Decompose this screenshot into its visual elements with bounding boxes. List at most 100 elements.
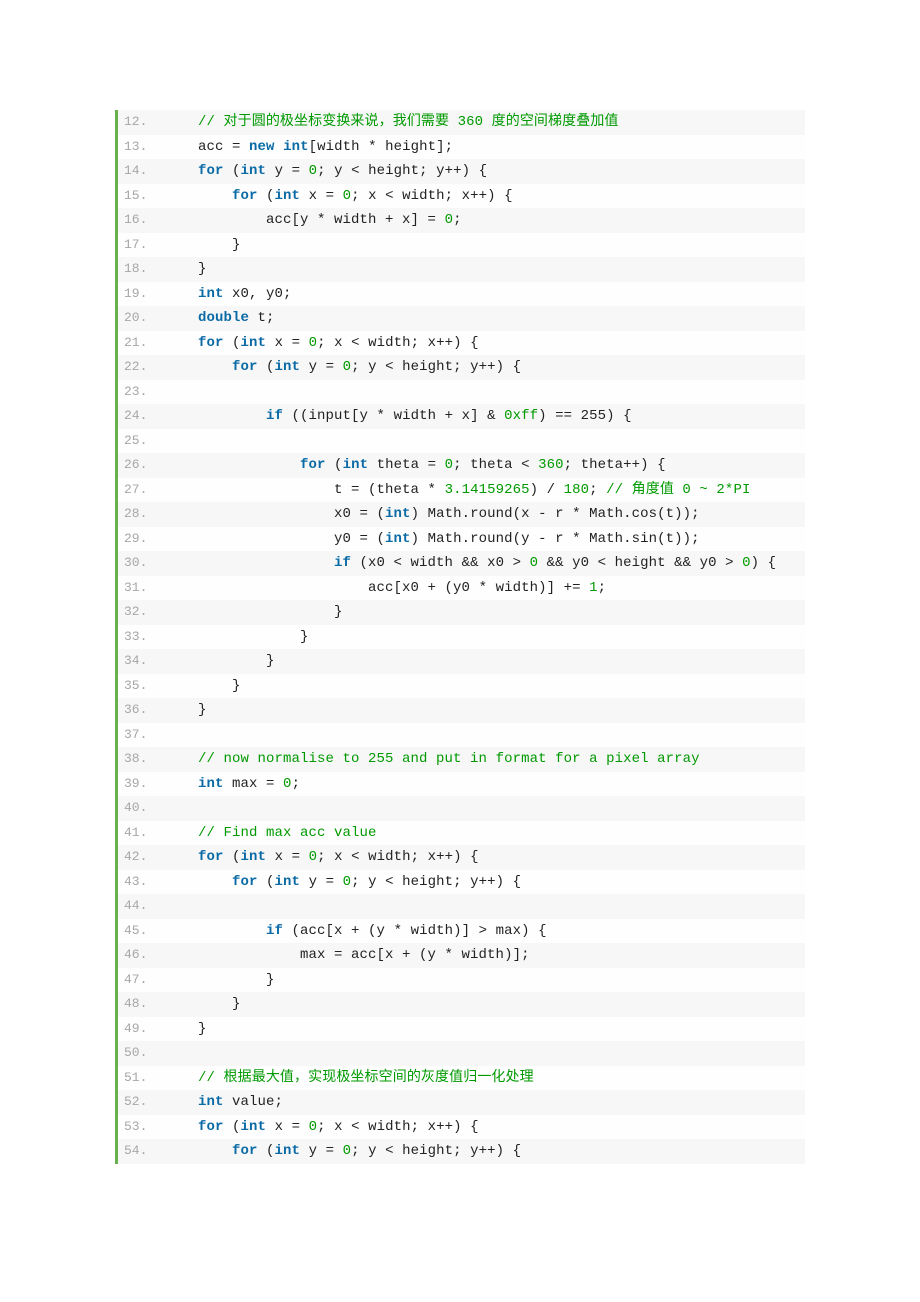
number-token: 3.14159265 (445, 482, 530, 498)
line-number: 47. (118, 968, 164, 993)
keyword-token: if (266, 923, 283, 939)
code-line: 17. } (118, 233, 805, 258)
text-token: acc = (198, 139, 249, 155)
text-token: ; theta < (453, 457, 538, 473)
keyword-token: int (198, 776, 224, 792)
text-token: ; x < width; x++) { (351, 188, 521, 204)
number-token: 0 (309, 163, 318, 179)
code-content: int value; (164, 1090, 805, 1115)
code-line: 43. for (int y = 0; y < height; y++) { (118, 870, 805, 895)
code-line: 23. (118, 380, 805, 405)
text-token: ; (453, 212, 462, 228)
code-line: 40. (118, 796, 805, 821)
text-token: t = (theta * (334, 482, 445, 498)
text-token: } (266, 972, 275, 988)
line-number: 51. (118, 1066, 164, 1091)
comment-token: // 对于圆的极坐标变换来说，我们需要 360 度的空间梯度叠加值 (198, 114, 619, 130)
number-token: 180 (564, 482, 590, 498)
text-token: [width * height]; (309, 139, 454, 155)
number-token: 0 (343, 874, 352, 890)
code-line: 41. // Find max acc value (118, 821, 805, 846)
line-number: 34. (118, 649, 164, 674)
text-token: ( (258, 1143, 275, 1159)
code-content: } (164, 257, 805, 282)
code-content: if (x0 < width && x0 > 0 && y0 < height … (164, 551, 805, 576)
line-number: 35. (118, 674, 164, 699)
text-token: ( (224, 335, 241, 351)
code-content: if (acc[x + (y * width)] > max) { (164, 919, 805, 944)
line-number: 18. (118, 257, 164, 282)
text-token: acc[y * width + x] = (266, 212, 445, 228)
number-token: 0 (445, 212, 454, 228)
text-token: ) { (751, 555, 777, 571)
number-token: 1 (589, 580, 598, 596)
keyword-token: for (198, 849, 224, 865)
code-line: 26. for (int theta = 0; theta < 360; the… (118, 453, 805, 478)
line-number: 15. (118, 184, 164, 209)
text-token: ; (598, 580, 607, 596)
text-token: ) == 255) { (538, 408, 640, 424)
line-number: 28. (118, 502, 164, 527)
keyword-token: int (275, 188, 301, 204)
code-content: // 对于圆的极坐标变换来说，我们需要 360 度的空间梯度叠加值 (164, 110, 805, 135)
code-line: 39. int max = 0; (118, 772, 805, 797)
text-token: ; x < width; x++) { (317, 1119, 487, 1135)
code-content: y0 = (int) Math.round(y - r * Math.sin(t… (164, 527, 805, 552)
code-line: 48. } (118, 992, 805, 1017)
code-content: x0 = (int) Math.round(x - r * Math.cos(t… (164, 502, 805, 527)
keyword-token: int (198, 286, 224, 302)
line-number: 44. (118, 894, 164, 919)
line-number: 43. (118, 870, 164, 895)
keyword-token: for (198, 335, 224, 351)
code-line: 29. y0 = (int) Math.round(y - r * Math.s… (118, 527, 805, 552)
text-token: x0 = ( (334, 506, 385, 522)
keyword-token: int (241, 849, 267, 865)
line-number: 17. (118, 233, 164, 258)
line-number: 48. (118, 992, 164, 1017)
line-number: 26. (118, 453, 164, 478)
text-token: acc[x0 + (y0 * width)] += (368, 580, 589, 596)
text-token: y = (300, 359, 343, 375)
text-token: max = (224, 776, 284, 792)
keyword-token: int (198, 1094, 224, 1110)
text-token: ( (224, 163, 241, 179)
text-token: ; (292, 776, 301, 792)
keyword-token: if (266, 408, 283, 424)
text-token: x = (300, 188, 343, 204)
text-token: (x0 < width && x0 > (351, 555, 530, 571)
code-line: 44. (118, 894, 805, 919)
keyword-token: for (198, 163, 224, 179)
line-number: 22. (118, 355, 164, 380)
code-content: acc[y * width + x] = 0; (164, 208, 805, 233)
code-line: 16. acc[y * width + x] = 0; (118, 208, 805, 233)
text-token: y = (266, 163, 309, 179)
code-line: 12. // 对于圆的极坐标变换来说，我们需要 360 度的空间梯度叠加值 (118, 110, 805, 135)
comment-token: // Find max acc value (198, 825, 377, 841)
line-number: 52. (118, 1090, 164, 1115)
line-number: 30. (118, 551, 164, 576)
line-number: 36. (118, 698, 164, 723)
code-block: 12. // 对于圆的极坐标变换来说，我们需要 360 度的空间梯度叠加值 1 3.… (115, 110, 805, 1164)
text-token: } (232, 678, 241, 694)
line-number: 54. (118, 1139, 164, 1164)
code-line: 28. x0 = (int) Math.round(x - r * Math.c… (118, 502, 805, 527)
code-content: t = (theta * 3.14159265) / 180; // 角度值 0… (164, 478, 805, 503)
code-line: 33. } (118, 625, 805, 650)
number-token: 0 (309, 849, 318, 865)
keyword-token: int (275, 1143, 301, 1159)
code-line: 15. for (int x = 0; x < width; x++) { (118, 184, 805, 209)
text-token: ( (258, 188, 275, 204)
text-token: } (198, 702, 207, 718)
line-number: 20. (118, 306, 164, 331)
code-line: 36. } (118, 698, 805, 723)
number-token: 0 (530, 555, 539, 571)
keyword-token: int (275, 359, 301, 375)
code-content: for (int x = 0; x < width; x++) { (164, 184, 805, 209)
text-token: (acc[x + (y * width)] > max) { (283, 923, 547, 939)
text-token: max = acc[x + (y * width)]; (300, 947, 530, 963)
number-token: 0 (445, 457, 454, 473)
text-token: t; (249, 310, 275, 326)
number-token: 0 (742, 555, 751, 571)
code-content: for (int x = 0; x < width; x++) { (164, 1115, 805, 1140)
line-number: 32. (118, 600, 164, 625)
